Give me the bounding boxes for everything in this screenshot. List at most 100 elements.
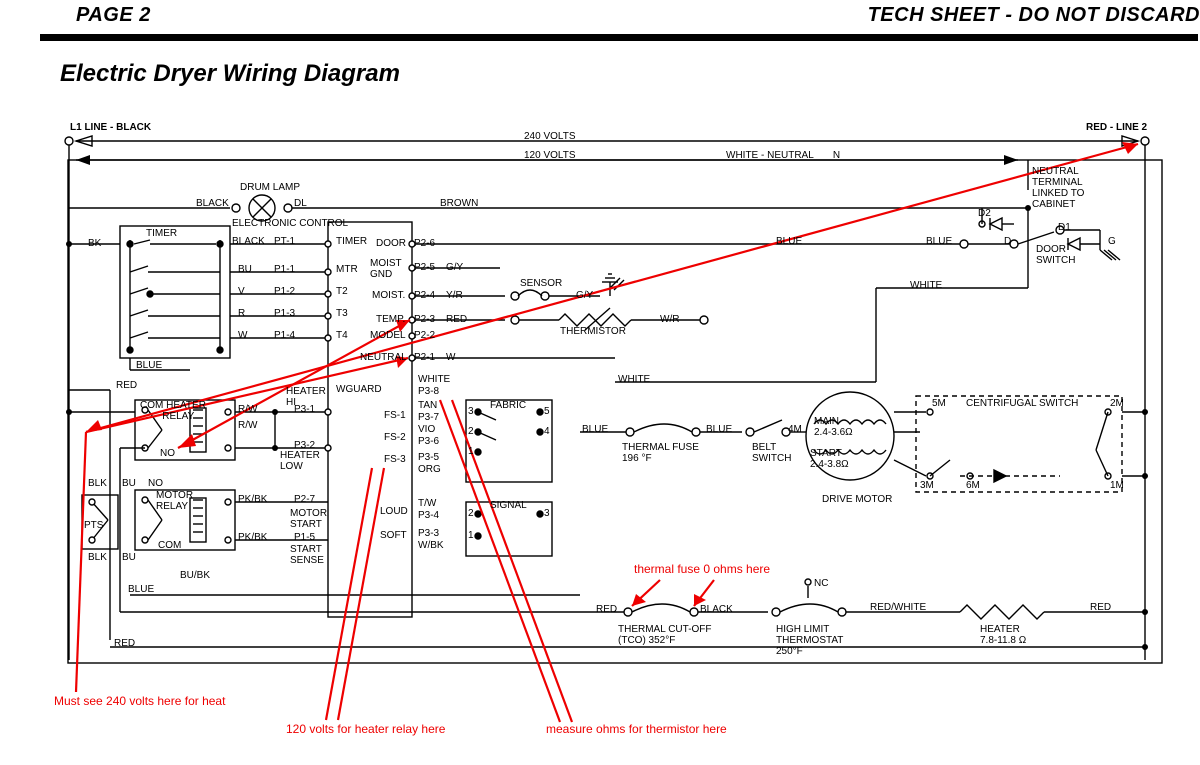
tan: TAN (418, 400, 437, 411)
m3: 3M (920, 480, 934, 491)
blk1: BLK (88, 478, 107, 489)
wr: W/R (660, 314, 679, 325)
m2: 2M (1110, 398, 1124, 409)
red-tco: RED (596, 604, 617, 615)
com2: COM (158, 540, 181, 551)
moist-gnd: MOIST GND (370, 258, 402, 280)
model-label: MODEL (370, 330, 406, 341)
v1: V (238, 286, 245, 297)
ec-timer: TIMER (336, 236, 367, 247)
f4: 4 (544, 426, 550, 437)
wire-blue-door2: BLUE (926, 236, 952, 247)
dl-label: DL (294, 198, 307, 209)
f3: 3 (468, 406, 474, 417)
redwhite: RED/WHITE (870, 602, 926, 613)
blue-tf2: BLUE (706, 424, 732, 435)
f1: 1 (468, 446, 474, 457)
p24: P2-4 (414, 290, 435, 301)
s1: 1 (468, 530, 474, 541)
red-bus: RED (114, 638, 135, 649)
drive-motor: DRIVE MOTOR (822, 494, 892, 505)
g-label: G (1108, 236, 1116, 247)
wire-black-1: BLACK (196, 198, 229, 209)
wire-blue-1: BLUE (136, 360, 162, 371)
annot-fuse: thermal fuse 0 ohms here (634, 562, 770, 576)
ec-t3: T3 (336, 308, 348, 319)
ec-t4: T4 (336, 330, 348, 341)
p27: P2-7 (294, 494, 315, 505)
no-label: NO (160, 448, 175, 459)
neutral-cabinet: NEUTRAL TERMINAL LINKED TO CABINET (1032, 166, 1084, 210)
p25: P2-5 (414, 262, 435, 273)
s2: 2 (468, 508, 474, 519)
ec-t2: T2 (336, 286, 348, 297)
volts-120: 120 VOLTS (524, 150, 576, 161)
door-switch-label: DOOR SWITCH (1036, 244, 1075, 266)
tco-label: THERMAL CUT-OFF (TCO) 352°F (618, 624, 712, 646)
white-neutral: WHITE - NEUTRAL N (726, 150, 840, 161)
centrifugal-switch: CENTRIFUGAL SWITCH (966, 398, 1078, 409)
bk-label: BK (88, 238, 101, 249)
white-door: WHITE (910, 280, 942, 291)
f2: 2 (468, 426, 474, 437)
electronic-control: ELECTRONIC CONTROL (232, 218, 348, 229)
pkbk2: PK/BK (238, 532, 267, 543)
pt1: PT-1 (274, 236, 295, 247)
org: ORG (418, 464, 441, 475)
thermal-fuse: THERMAL FUSE 196 °F (622, 442, 699, 464)
belt-switch: BELT SWITCH (752, 442, 791, 464)
p12: P1-2 (274, 286, 295, 297)
p34: P3-4 (418, 510, 439, 521)
p23: P2-3 (414, 314, 435, 325)
red-therm: RED (446, 314, 467, 325)
heater-hi: HEATER HI (286, 386, 326, 408)
yr: Y/R (446, 290, 463, 301)
wire-brown: BROWN (440, 198, 478, 209)
bu3: BU (122, 552, 136, 563)
rw1: R/W (238, 404, 257, 415)
bu2: BU (122, 478, 136, 489)
annot-thermistor: measure ohms for thermistor here (546, 722, 727, 736)
pkbk1: PK/BK (238, 494, 267, 505)
temp-label: TEMP. (376, 314, 405, 325)
heater-label: HEATER 7.8-11.8 Ω (980, 624, 1026, 646)
m1: 1M (1110, 480, 1124, 491)
m5: 5M (932, 398, 946, 409)
d-pin: D (1004, 236, 1011, 247)
neutral-pin: NEUTRAL (360, 352, 407, 363)
tw: T/W (418, 498, 436, 509)
white-p38: WHITE (418, 374, 450, 385)
p33: P3-3 (418, 528, 439, 539)
p26: P2-6 (414, 238, 435, 249)
black-tco: BLACK (700, 604, 733, 615)
drum-lamp-label: DRUM LAMP (240, 182, 300, 193)
ec-mtr: MTR (336, 264, 358, 275)
hilimit-label: HIGH LIMIT THERMOSTAT 250°F (776, 624, 843, 657)
gy1: G/Y (446, 262, 463, 273)
motor-start-label: START 2.4-3.8Ω (810, 448, 849, 470)
p14: P1-4 (274, 330, 295, 341)
r1: R (238, 308, 245, 319)
m4: 4M (788, 424, 802, 435)
annot-120v: 120 volts for heater relay here (286, 722, 445, 736)
pts: PTS (84, 520, 103, 531)
wire-red-1: RED (116, 380, 137, 391)
moist-label: MOIST. (372, 290, 405, 301)
fs3: FS-3 (384, 454, 406, 465)
l2-line-label: RED - LINE 2 (1086, 122, 1147, 133)
diagram-title: Electric Dryer Wiring Diagram (60, 60, 400, 88)
f5: 5 (544, 406, 550, 417)
white-bus: WHITE (618, 374, 650, 385)
p37: P3-7 (418, 412, 439, 423)
d2-label: D2 (978, 208, 991, 219)
d1-label: D1 (1058, 222, 1071, 233)
heater-relay-label: COM HEATER RELAY (140, 400, 206, 422)
nc-label: NC (814, 578, 828, 589)
page-header: PAGE 2 TECH SHEET - DO NOT DISCARD (0, 0, 1200, 40)
fabric-label: FABRIC (490, 400, 526, 411)
wire-black-2: BLACK (232, 236, 265, 247)
p36: P3-6 (418, 436, 439, 447)
thermistor-label: THERMISTOR (560, 326, 626, 337)
p21: P2-1 (414, 352, 435, 363)
wguard: WGUARD (336, 384, 382, 395)
